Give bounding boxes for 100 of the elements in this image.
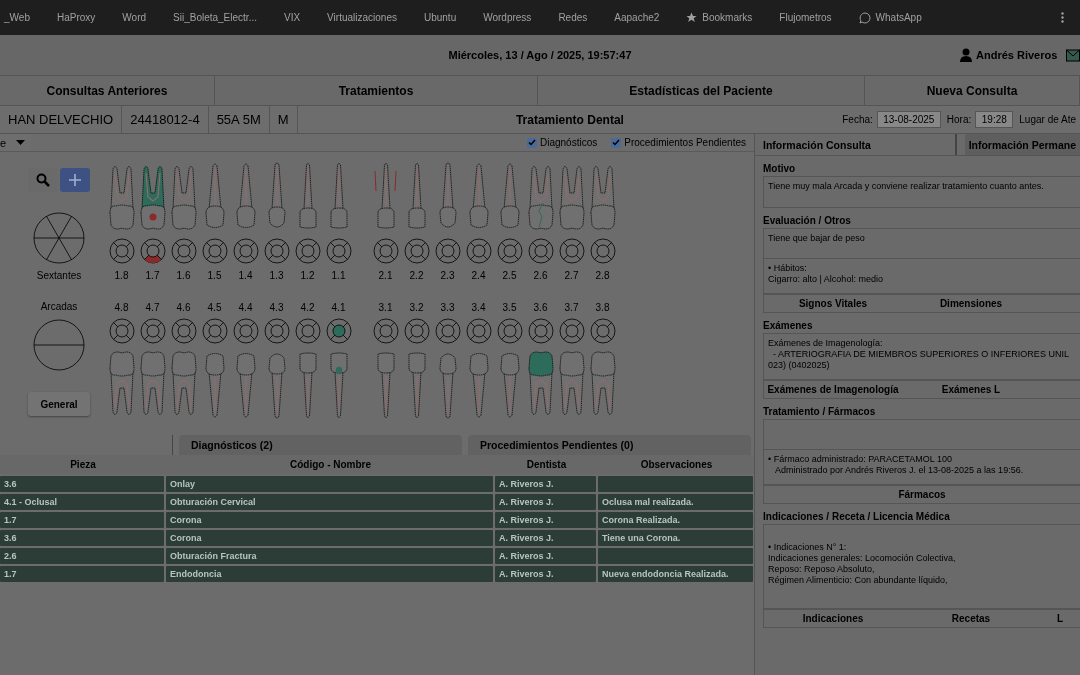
table-cell[interactable] xyxy=(598,548,753,564)
table-cell[interactable]: A. Riveros J. xyxy=(495,566,596,582)
text-area[interactable]: • Fármaco administrado: PARACETAMOL 100 Administrado por Andrés Riveros J. el 13-08-2025 a las 19:56. xyxy=(764,450,1080,485)
tooth-surface-diagram[interactable] xyxy=(527,318,554,344)
table-cell[interactable]: Obturación Cervical xyxy=(166,494,493,510)
checkbox[interactable] xyxy=(611,137,622,148)
text-area[interactable]: Tiene muy mala Arcada y conviene realizar tratamiento cuanto antes. xyxy=(764,177,1080,207)
table-cell[interactable] xyxy=(598,476,753,492)
user-name[interactable]: Andrés Riveros xyxy=(976,49,1058,61)
tooth-surface-diagram[interactable] xyxy=(139,238,166,264)
table-cell[interactable]: A. Riveros J. xyxy=(495,512,596,528)
text-area[interactable]: • Hábitos: Cigarro: alto | Alcohol: medio xyxy=(764,259,1080,294)
bookmark-link[interactable]: Sii_Boleta_Electr... xyxy=(173,12,257,23)
tooth-surface-diagram[interactable] xyxy=(263,318,290,344)
section-button[interactable]: Exámenes de Imagenología xyxy=(764,381,902,398)
tooth-surface-diagram[interactable] xyxy=(232,318,259,344)
nav-tab[interactable]: Consultas Anteriores xyxy=(0,76,215,105)
table-cell[interactable]: 4.1 - Oclusal xyxy=(0,494,164,510)
text-area[interactable]: • Indicaciones N° 1: Indicaciones generales: Locomoción Colectiva, Reposo: Reposo Absoluto, Régimen Alimenticio: Con abundante líquido, xyxy=(764,525,1080,609)
tooth-surface-diagram[interactable] xyxy=(403,238,430,264)
bookmark-link[interactable]: _Web xyxy=(4,12,30,23)
table-cell[interactable]: 1.7 xyxy=(0,512,164,528)
tooth-surface-diagram[interactable] xyxy=(108,238,135,264)
sextants-diagram[interactable] xyxy=(33,212,85,264)
table-cell[interactable]: 2.6 xyxy=(0,548,164,564)
bookmark-link[interactable]: HaProxy xyxy=(56,12,96,23)
tooth-surface-diagram[interactable] xyxy=(589,238,616,264)
bookmark-link[interactable]: Bookmarks xyxy=(702,12,753,23)
tooth-surface-diagram[interactable] xyxy=(232,238,259,264)
table-cell[interactable]: Corona xyxy=(166,512,493,528)
nav-tab[interactable]: Nueva Consulta xyxy=(865,76,1080,105)
section-button[interactable]: Dimensiones xyxy=(902,295,1040,312)
tooth-surface-diagram[interactable] xyxy=(589,318,616,344)
nav-tab[interactable]: Tratamientos xyxy=(215,76,538,105)
tooth-surface-diagram[interactable] xyxy=(294,238,321,264)
table-cell[interactable]: 3.6 xyxy=(0,476,164,492)
tooth-surface-diagram[interactable] xyxy=(403,318,430,344)
tooth-surface-diagram[interactable] xyxy=(294,318,321,344)
tooth-surface-diagram[interactable] xyxy=(465,238,492,264)
tooth-surface-diagram[interactable] xyxy=(434,238,461,264)
tooth-surface-diagram[interactable] xyxy=(201,318,228,344)
table-cell[interactable]: 1.7 xyxy=(0,566,164,582)
checkbox[interactable] xyxy=(527,137,537,148)
table-cell[interactable]: Corona xyxy=(166,530,493,546)
tooth-surface-diagram[interactable] xyxy=(372,238,399,264)
table-cell[interactable]: Obturación Fractura xyxy=(166,548,493,564)
bookmark-link[interactable]: VIX xyxy=(283,12,301,23)
section-button[interactable]: Indicaciones xyxy=(764,610,902,627)
tooth-surface-diagram[interactable] xyxy=(325,318,352,344)
bookmark-link[interactable]: Virtualizaciones xyxy=(327,12,397,23)
bookmark-link[interactable]: Wordpress xyxy=(483,12,532,23)
tooth-surface-diagram[interactable] xyxy=(201,238,228,264)
date-field[interactable]: 13-08-2025 xyxy=(876,111,941,128)
mail-icon[interactable] xyxy=(1066,48,1080,62)
text-area[interactable]: Tiene que bajar de peso xyxy=(764,229,1080,259)
bookmark-link[interactable]: Aapache2 xyxy=(614,12,660,23)
bookmark-link[interactable]: WhatsApp xyxy=(875,12,922,23)
menu-icon[interactable] xyxy=(1061,12,1064,23)
tooth-surface-diagram[interactable] xyxy=(139,318,166,344)
records-tab[interactable]: Procedimientos Pendientes (0) xyxy=(468,435,751,455)
panel-tab[interactable]: Información Consulta xyxy=(755,134,957,155)
bookmark-link[interactable]: Ubuntu xyxy=(423,12,457,23)
general-button[interactable]: General xyxy=(28,392,90,416)
tooth-surface-diagram[interactable] xyxy=(170,318,197,344)
tooth-surface-diagram[interactable] xyxy=(496,318,523,344)
bookmark-link[interactable]: Redes xyxy=(558,12,588,23)
tooth-surface-diagram[interactable] xyxy=(170,238,197,264)
section-button[interactable]: Recetas xyxy=(902,610,1040,627)
section-button[interactable]: Fármacos xyxy=(764,486,1080,503)
time-field[interactable]: 19:28 xyxy=(975,111,1014,128)
table-cell[interactable]: 3.6 xyxy=(0,530,164,546)
arches-diagram[interactable] xyxy=(33,319,85,371)
table-cell[interactable]: A. Riveros J. xyxy=(495,476,596,492)
tooth-surface-diagram[interactable] xyxy=(263,238,290,264)
tooth-surface-diagram[interactable] xyxy=(108,318,135,344)
table-cell[interactable]: Onlay xyxy=(166,476,493,492)
add-button[interactable] xyxy=(60,168,90,192)
text-area[interactable]: Exámenes de Imagenología: - ARTERIOGRAFIA DE MIEMBROS SUPERIORES O INFERIORES UNIL 023) (0402025) xyxy=(764,334,1080,380)
table-cell[interactable]: Oclusa mal realizada. xyxy=(598,494,753,510)
nav-tab[interactable]: Estadísticas del Paciente xyxy=(538,76,865,105)
tooth-surface-diagram[interactable] xyxy=(558,238,585,264)
tooth-surface-diagram[interactable] xyxy=(465,318,492,344)
bookmark-link[interactable]: Flujometros xyxy=(779,12,832,23)
tooth-surface-diagram[interactable] xyxy=(527,238,554,264)
table-cell[interactable]: Nueva endodoncia Realizada. xyxy=(598,566,753,582)
section-button[interactable]: Signos Vitales xyxy=(764,295,902,312)
table-cell[interactable]: A. Riveros J. xyxy=(495,494,596,510)
section-button[interactable]: L xyxy=(1040,610,1080,627)
tooth-surface-diagram[interactable] xyxy=(372,318,399,344)
table-cell[interactable]: A. Riveros J. xyxy=(495,530,596,546)
records-tab[interactable]: Diagnósticos (2) xyxy=(179,435,462,455)
bookmark-link[interactable]: Word xyxy=(122,12,147,23)
table-cell[interactable]: Corona Realizada. xyxy=(598,512,753,528)
tooth-surface-diagram[interactable] xyxy=(558,318,585,344)
table-cell[interactable]: Endodoncia xyxy=(166,566,493,582)
tooth-surface-diagram[interactable] xyxy=(434,318,461,344)
section-button[interactable]: Exámenes L xyxy=(902,381,1040,398)
table-cell[interactable]: A. Riveros J. xyxy=(495,548,596,564)
table-cell[interactable]: Tiene una Corona. xyxy=(598,530,753,546)
tooth-surface-diagram[interactable] xyxy=(325,238,352,264)
